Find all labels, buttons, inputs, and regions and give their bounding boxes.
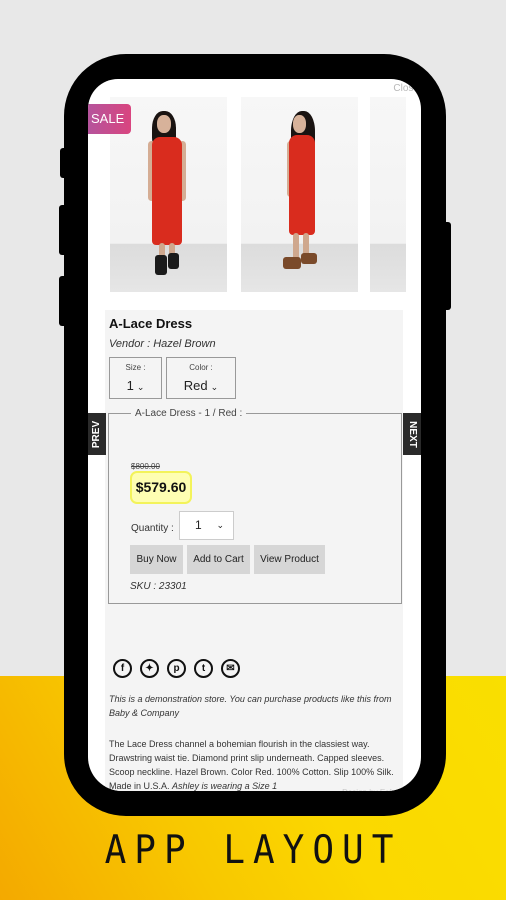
product-description: The Lace Dress channel a bohemian flouri… xyxy=(109,737,401,791)
product-photo-3[interactable] xyxy=(370,97,406,292)
product-sku: SKU : 23301 xyxy=(130,581,187,592)
chevron-down-icon: ⌄ xyxy=(216,520,224,530)
facebook-icon[interactable]: f xyxy=(113,659,132,678)
quantity-label: Quantity : xyxy=(131,523,174,534)
product-title: A-Lace Dress xyxy=(109,316,193,331)
chevron-down-icon: ⌄ xyxy=(136,382,145,392)
share-icons: f ✦ p t ✉ xyxy=(113,659,240,678)
product-photo-2[interactable] xyxy=(241,97,358,292)
pinterest-icon[interactable]: p xyxy=(167,659,186,678)
color-value: Red xyxy=(183,378,208,393)
next-button[interactable]: NEXT xyxy=(403,413,421,455)
variant-legend: A-Lace Dress - 1 / Red : xyxy=(135,408,243,419)
color-label: Color : xyxy=(189,363,213,372)
prev-button[interactable]: PREV xyxy=(88,413,106,455)
size-label: Size : xyxy=(125,363,146,372)
chevron-down-icon: ⌄ xyxy=(210,382,219,392)
tumblr-icon[interactable]: t xyxy=(194,659,213,678)
description-note: Ashley is wearing a Size 1 xyxy=(172,781,278,791)
caption-text: APP LAYOUT xyxy=(104,827,402,874)
close-link[interactable]: Close xyxy=(393,83,419,94)
quantity-value: 1 xyxy=(195,518,202,532)
size-select[interactable]: Size : 1 ⌄ xyxy=(109,357,162,399)
product-gallery[interactable] xyxy=(110,97,421,293)
next-label: NEXT xyxy=(406,420,418,448)
sale-badge: SALE xyxy=(88,104,131,134)
quantity-select[interactable]: 1 ⌄ xyxy=(179,511,234,540)
size-value: 1 xyxy=(126,378,134,393)
view-product-button[interactable]: View Product xyxy=(254,545,325,574)
prev-label: PREV xyxy=(91,420,103,448)
product-details: A-Lace Dress Vendor : Hazel Brown Size :… xyxy=(105,310,403,791)
compare-at-price: $800.00 xyxy=(131,462,160,471)
color-select[interactable]: Color : Red ⌄ xyxy=(166,357,236,399)
variant-panel: A-Lace Dress - 1 / Red : $800.00 $579.60… xyxy=(108,408,402,604)
phone-screen: Close SALE A-Lace Dress Vendor: Hazel B… xyxy=(88,79,421,791)
footer-credit: Design by Esfera xyxy=(342,788,403,791)
add-to-cart-button[interactable]: Add to Cart xyxy=(187,545,250,574)
product-vendor: Vendor : Hazel Brown xyxy=(109,338,216,350)
demo-store-note: This is a demonstration store. You can p… xyxy=(109,694,392,718)
email-icon[interactable]: ✉ xyxy=(221,659,240,678)
twitter-icon[interactable]: ✦ xyxy=(140,659,159,678)
buy-now-button[interactable]: Buy Now xyxy=(130,545,183,574)
sale-price: $579.60 xyxy=(130,471,192,504)
